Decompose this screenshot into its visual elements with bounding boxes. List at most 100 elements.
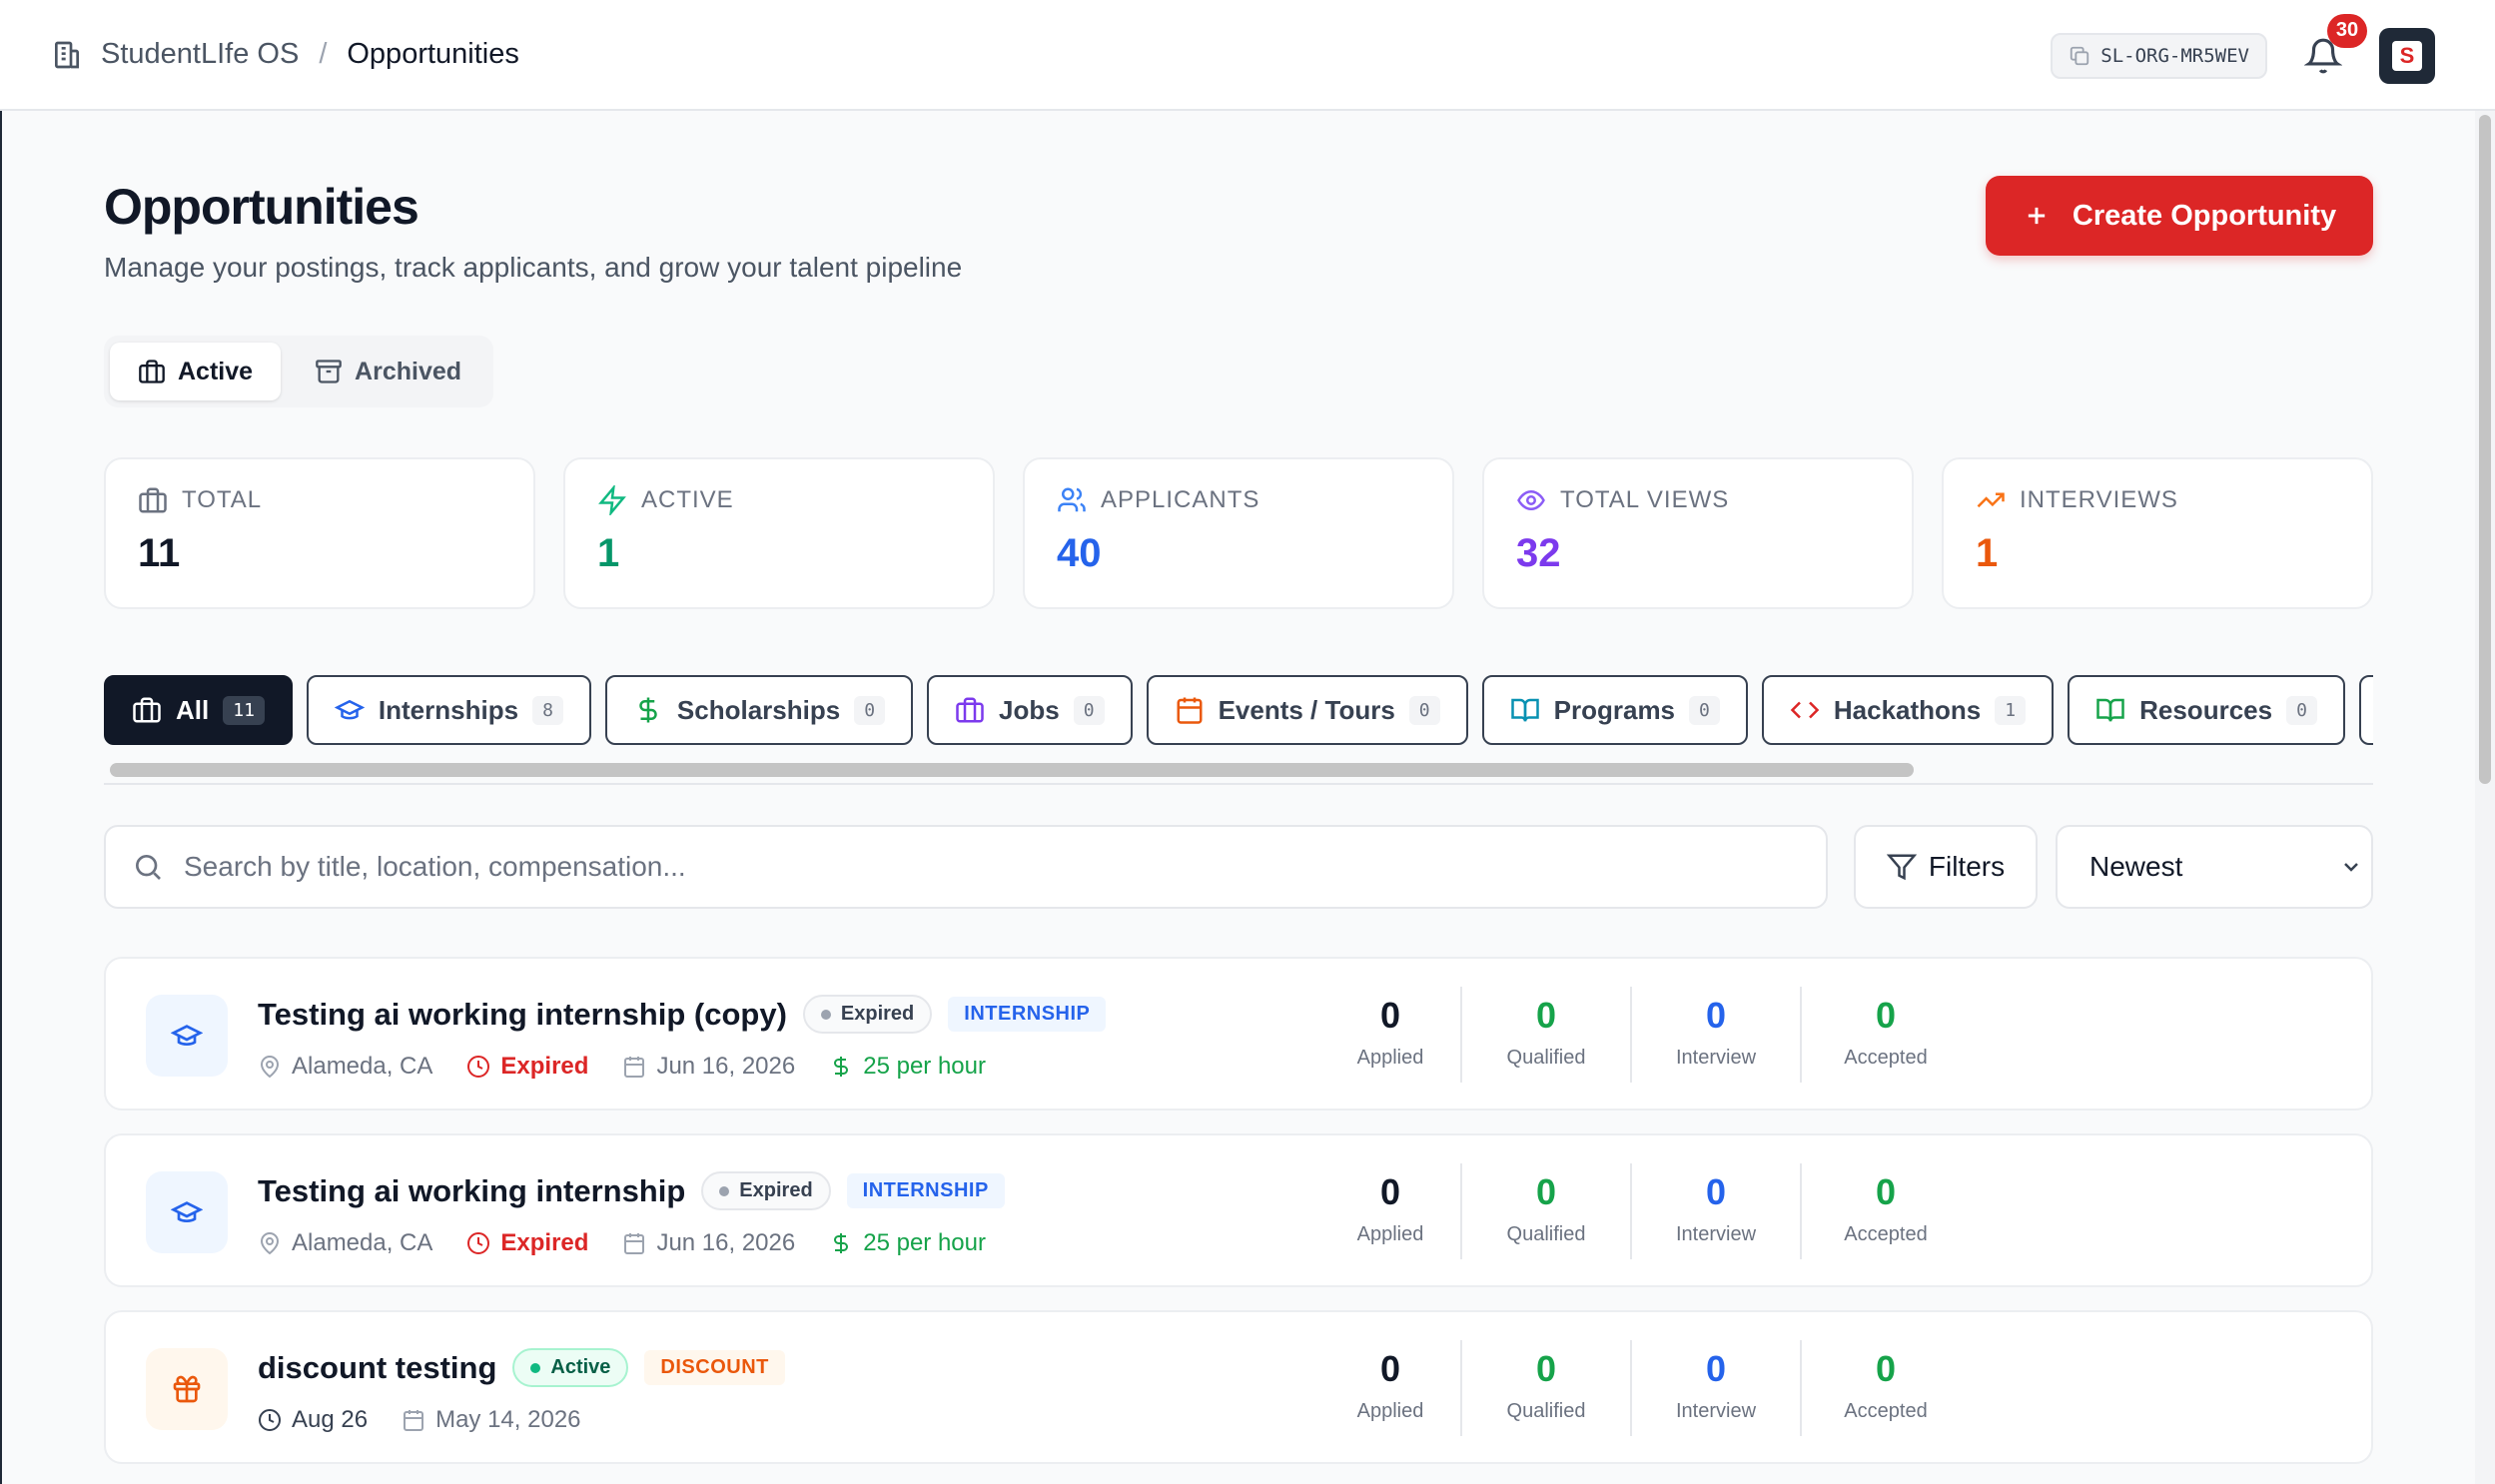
filters-button[interactable]: Filters [1854,825,2038,909]
metric-value: 0 [1875,1348,1897,1389]
toggle-active[interactable]: Active [110,343,282,400]
opportunity-title[interactable]: Testing ai working internship [258,1173,685,1209]
tab-count: 11 [223,695,265,725]
tab-count: 1 [1995,695,2027,725]
tabs-scrollbar-thumb[interactable] [110,763,1914,777]
opportunity-type-icon [146,1348,228,1430]
opportunity-card[interactable]: discount testing Active DISCOUNT Aug 26 … [104,1310,2373,1464]
category-tabs: All 11 Internships 8 Scholarships 0 Jobs… [104,675,2373,747]
opportunity-meta: Aug 26 May 14, 2026 [258,1406,581,1434]
metric-interview: 0 Interview [1630,1163,1800,1259]
calendar-icon [402,1408,425,1432]
tab-programs[interactable]: Programs 0 [1481,675,1748,745]
opportunity-title[interactable]: discount testing [258,1350,496,1386]
metric-label: Applied [1356,1223,1424,1245]
metric-label: Qualified [1506,1400,1586,1422]
tab-internships[interactable]: Internships 8 [306,675,591,745]
calendar-icon [1175,695,1205,725]
location-text: Alameda, CA [292,1053,433,1080]
filter-icon [1886,852,1917,882]
opportunity-type-icon [146,995,228,1077]
view-toggle: Active Archived [104,336,493,407]
deadline: Expired [466,1053,588,1081]
stat-value: 1 [597,531,620,575]
compensation: 25 per hour [829,1229,986,1257]
opportunity-title[interactable]: Testing ai working internship (copy) [258,997,787,1033]
deadline-text: Expired [500,1053,589,1080]
calendar-icon [622,1055,646,1079]
status-badge: Expired [802,995,933,1034]
page-subtitle: Manage your postings, track applicants, … [104,252,963,283]
search-input[interactable] [184,851,1782,883]
date-text: Jun 16, 2026 [656,1229,796,1256]
tab-label: Resources [2139,694,2273,725]
metric-label: Qualified [1506,1223,1586,1245]
metric-interview: 0 Interview [1630,987,1800,1083]
avatar[interactable]: S [2379,27,2435,84]
org-code-chip[interactable]: SL-ORG-MR5WEV [2051,32,2267,79]
metric-value: 0 [1379,1348,1401,1389]
code-icon [1790,695,1820,725]
date: Jun 16, 2026 [622,1053,795,1081]
date-text: May 14, 2026 [435,1406,581,1433]
tab-overflow[interactable] [2358,675,2373,745]
tab-label: Events / Tours [1218,694,1395,725]
tab-count: 0 [2286,695,2317,725]
trending-up-icon [1976,485,2006,515]
stat-value: 11 [138,531,181,575]
top-bar: StudentLIfe OS / Opportunities SL-ORG-MR… [0,0,2495,111]
tabs-scrollbar[interactable] [104,763,2373,785]
tab-resources[interactable]: Resources 0 [2068,675,2345,745]
type-tag: INTERNSHIP [948,997,1107,1032]
tab-label: All [176,694,210,725]
sort-select[interactable]: Newest [2056,825,2373,909]
toggle-active-label: Active [178,357,254,385]
opportunity-card[interactable]: Testing ai working internship (copy) Exp… [104,957,2373,1111]
metric-interview: 0 Interview [1630,1340,1800,1436]
page-scrollbar-thumb[interactable] [2479,115,2491,784]
briefcase-icon [138,358,166,385]
metric-value: 0 [1535,995,1557,1036]
tab-label: Hackathons [1833,694,1982,725]
create-opportunity-button[interactable]: Create Opportunity [1986,176,2373,256]
stat-value: 1 [1976,531,1999,575]
tab-events-tours[interactable]: Events / Tours 0 [1146,675,1468,745]
tab-scholarships[interactable]: Scholarships 0 [604,675,914,745]
location: Alameda, CA [258,1053,432,1081]
stat-total-views: TOTAL VIEWS 32 [1482,457,1914,609]
metric-qualified: 0 Qualified [1460,1340,1630,1436]
metric-label: Interview [1675,1400,1757,1422]
tab-hackathons[interactable]: Hackathons 1 [1761,675,2055,745]
date-text: Jun 16, 2026 [656,1053,796,1080]
stat-label: APPLICANTS [1101,486,1260,513]
briefcase-icon [138,485,168,515]
location-text: Alameda, CA [292,1229,433,1256]
users-icon [1057,485,1087,515]
toggle-archived[interactable]: Archived [287,343,489,400]
tab-all[interactable]: All 11 [104,675,293,745]
tab-label: Jobs [999,694,1060,725]
metric-accepted: 0 Accepted [1800,987,1970,1083]
eye-icon [1516,485,1546,515]
notification-count-badge: 30 [2327,13,2367,48]
tab-jobs[interactable]: Jobs 0 [927,675,1133,745]
graduation-cap-icon [334,695,365,725]
metric-label: Accepted [1844,1400,1928,1422]
metric-label: Accepted [1844,1047,1928,1069]
notifications-button[interactable]: 30 [2301,13,2367,78]
briefcase-icon [132,695,162,725]
plus-icon [2023,202,2051,230]
tab-count: 0 [854,695,886,725]
opportunity-card[interactable]: Testing ai working internship Expired IN… [104,1133,2373,1287]
metric-value: 0 [1535,1348,1557,1389]
metric-label: Applied [1356,1047,1424,1069]
metric-label: Interview [1675,1223,1757,1245]
graduation-cap-icon [171,1196,203,1228]
breadcrumb-org[interactable]: StudentLIfe OS [101,38,299,71]
gift-icon [171,1373,203,1405]
date: May 14, 2026 [402,1406,581,1434]
tab-count: 0 [1689,695,1720,725]
type-tag: INTERNSHIP [846,1173,1005,1208]
pipeline-metrics: 0 Applied 0 Qualified 0 Interview 0 Accepted [1320,1163,1970,1259]
page-scrollbar[interactable] [2475,111,2495,1484]
